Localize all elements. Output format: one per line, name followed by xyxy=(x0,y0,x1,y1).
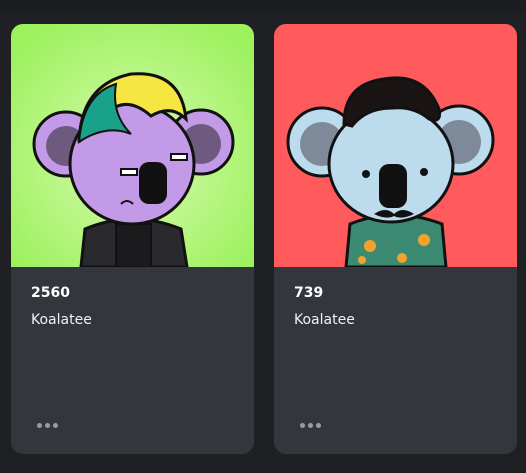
koala-nft-icon xyxy=(11,24,254,267)
nft-card[interactable]: 2560 Koalatee xyxy=(11,24,254,454)
nft-grid: 2560 Koalatee 739 Koalatee xyxy=(11,24,517,454)
more-dot xyxy=(37,423,42,428)
more-dot xyxy=(316,423,321,428)
more-options-button[interactable] xyxy=(298,421,323,430)
nft-info: 2560 Koalatee xyxy=(11,267,254,329)
more-dot xyxy=(45,423,50,428)
more-dot xyxy=(308,423,313,428)
top-bar xyxy=(0,0,526,14)
nft-info: 739 Koalatee xyxy=(274,267,517,329)
more-dot xyxy=(53,423,58,428)
more-options-button[interactable] xyxy=(35,421,60,430)
collection-name[interactable]: Koalatee xyxy=(31,311,234,329)
koala-nft-icon xyxy=(274,24,517,267)
nft-image[interactable] xyxy=(11,24,254,267)
collection-name[interactable]: Koalatee xyxy=(294,311,497,329)
token-id: 739 xyxy=(294,285,324,301)
nft-card[interactable]: 739 Koalatee xyxy=(274,24,517,454)
more-dot xyxy=(300,423,305,428)
nft-image[interactable] xyxy=(274,24,517,267)
token-id: 2560 xyxy=(31,285,70,301)
